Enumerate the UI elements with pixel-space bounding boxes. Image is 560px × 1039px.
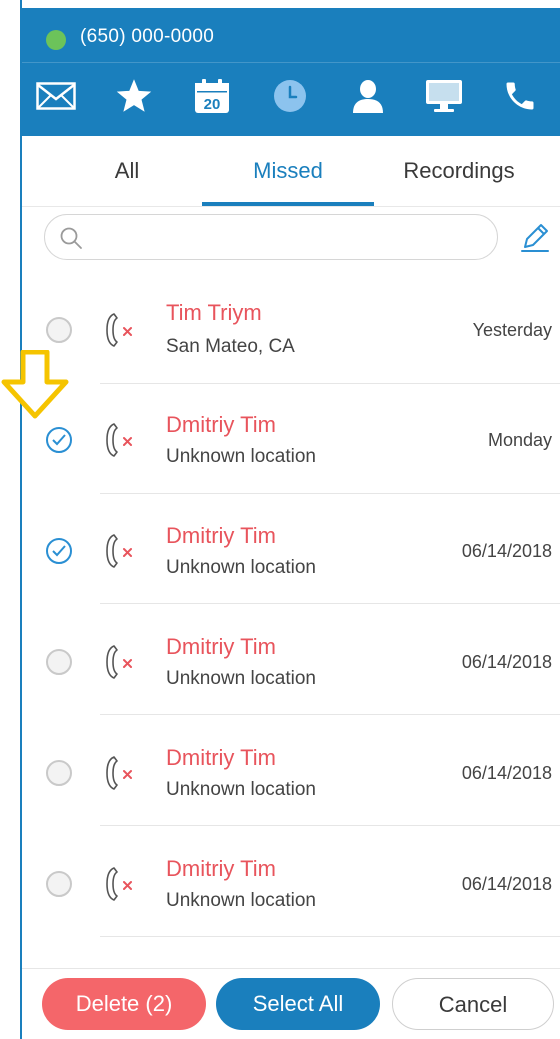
missed-call-icon [106,645,132,679]
calendar-icon[interactable]: 20 [190,74,234,118]
footer-divider [22,968,560,969]
contact-location: Unknown location [166,779,316,800]
presence-status-indicator [46,30,66,50]
tabs-divider [22,206,560,207]
header-bar: (650) 000-0000 20 [22,8,560,136]
tab-recordings[interactable]: Recordings [384,136,534,202]
contact-name: Dmitriy Tim [166,856,276,881]
search-input[interactable] [89,223,483,253]
compose-button[interactable] [518,220,552,254]
call-date: Monday [487,430,552,450]
pencil-icon [521,224,549,252]
row-divider [100,603,560,604]
contact-location: San Mateo, CA [166,336,295,357]
missed-call-icon [106,423,132,457]
contact-name: Dmitriy Tim [166,745,276,770]
select-radio[interactable] [46,760,72,786]
call-date: 06/14/2018 [461,652,552,672]
missed-call-icon [106,867,132,901]
call-date: Yesterday [472,320,552,340]
contact-name: Dmitriy Tim [166,523,276,548]
contact-location: Unknown location [166,446,316,467]
header-divider [22,62,560,63]
annotation-arrow-icon [1,350,69,419]
checkmark-icon [52,434,66,446]
call-row[interactable]: Dmitriy Tim Unknown location 06/14/2018 [22,605,560,715]
row-divider [100,825,560,826]
call-date: 06/14/2018 [461,541,552,561]
call-date: 06/14/2018 [461,763,552,783]
contacts-icon[interactable] [346,74,390,118]
message-icon[interactable] [34,74,78,118]
call-row[interactable]: Dmitriy Tim Unknown location 06/14/2018 [22,494,560,604]
call-row[interactable]: Dmitriy Tim Unknown location 06/14/2018 [22,827,560,937]
computer-icon[interactable] [422,74,466,118]
missed-call-icon [106,756,132,790]
call-row[interactable]: Dmitriy Tim Unknown location Monday [22,384,560,494]
contact-name: Dmitriy Tim [166,634,276,659]
phone-number: (650) 000-0000 [80,26,215,47]
contact-location: Unknown location [166,668,316,689]
search-box[interactable] [44,214,498,260]
select-all-button[interactable]: Select All [216,978,380,1030]
clock-icon[interactable] [268,74,312,118]
call-log-tabs: All Missed Recordings [22,136,560,206]
select-radio[interactable] [46,871,72,897]
contact-location: Unknown location [166,557,316,578]
calendar-day: 20 [204,96,221,113]
cancel-button[interactable]: Cancel [392,978,554,1030]
select-radio[interactable] [46,538,72,564]
checkmark-icon [52,545,66,557]
row-divider [100,714,560,715]
row-divider [100,936,560,937]
delete-button[interactable]: Delete (2) [42,978,206,1030]
select-radio[interactable] [46,649,72,675]
phone-icon[interactable] [498,74,542,118]
contact-name: Dmitriy Tim [166,412,276,437]
left-margin [0,0,20,1039]
star-icon[interactable] [112,74,156,118]
contact-location: Unknown location [166,890,316,911]
select-radio[interactable] [46,427,72,453]
app-window: (650) 000-0000 20 All Missed Recordings … [22,0,560,1039]
call-date: 06/14/2018 [461,874,552,894]
tab-missed[interactable]: Missed [202,136,374,202]
call-row[interactable]: Tim Triym San Mateo, CA Yesterday [22,274,560,384]
contact-name: Tim Triym [166,300,262,325]
tab-all[interactable]: All [62,136,192,202]
missed-call-icon [106,534,132,568]
search-icon [60,227,82,249]
select-radio[interactable] [46,317,72,343]
missed-call-icon [106,313,132,347]
call-row[interactable]: Dmitriy Tim Unknown location 06/14/2018 [22,716,560,826]
